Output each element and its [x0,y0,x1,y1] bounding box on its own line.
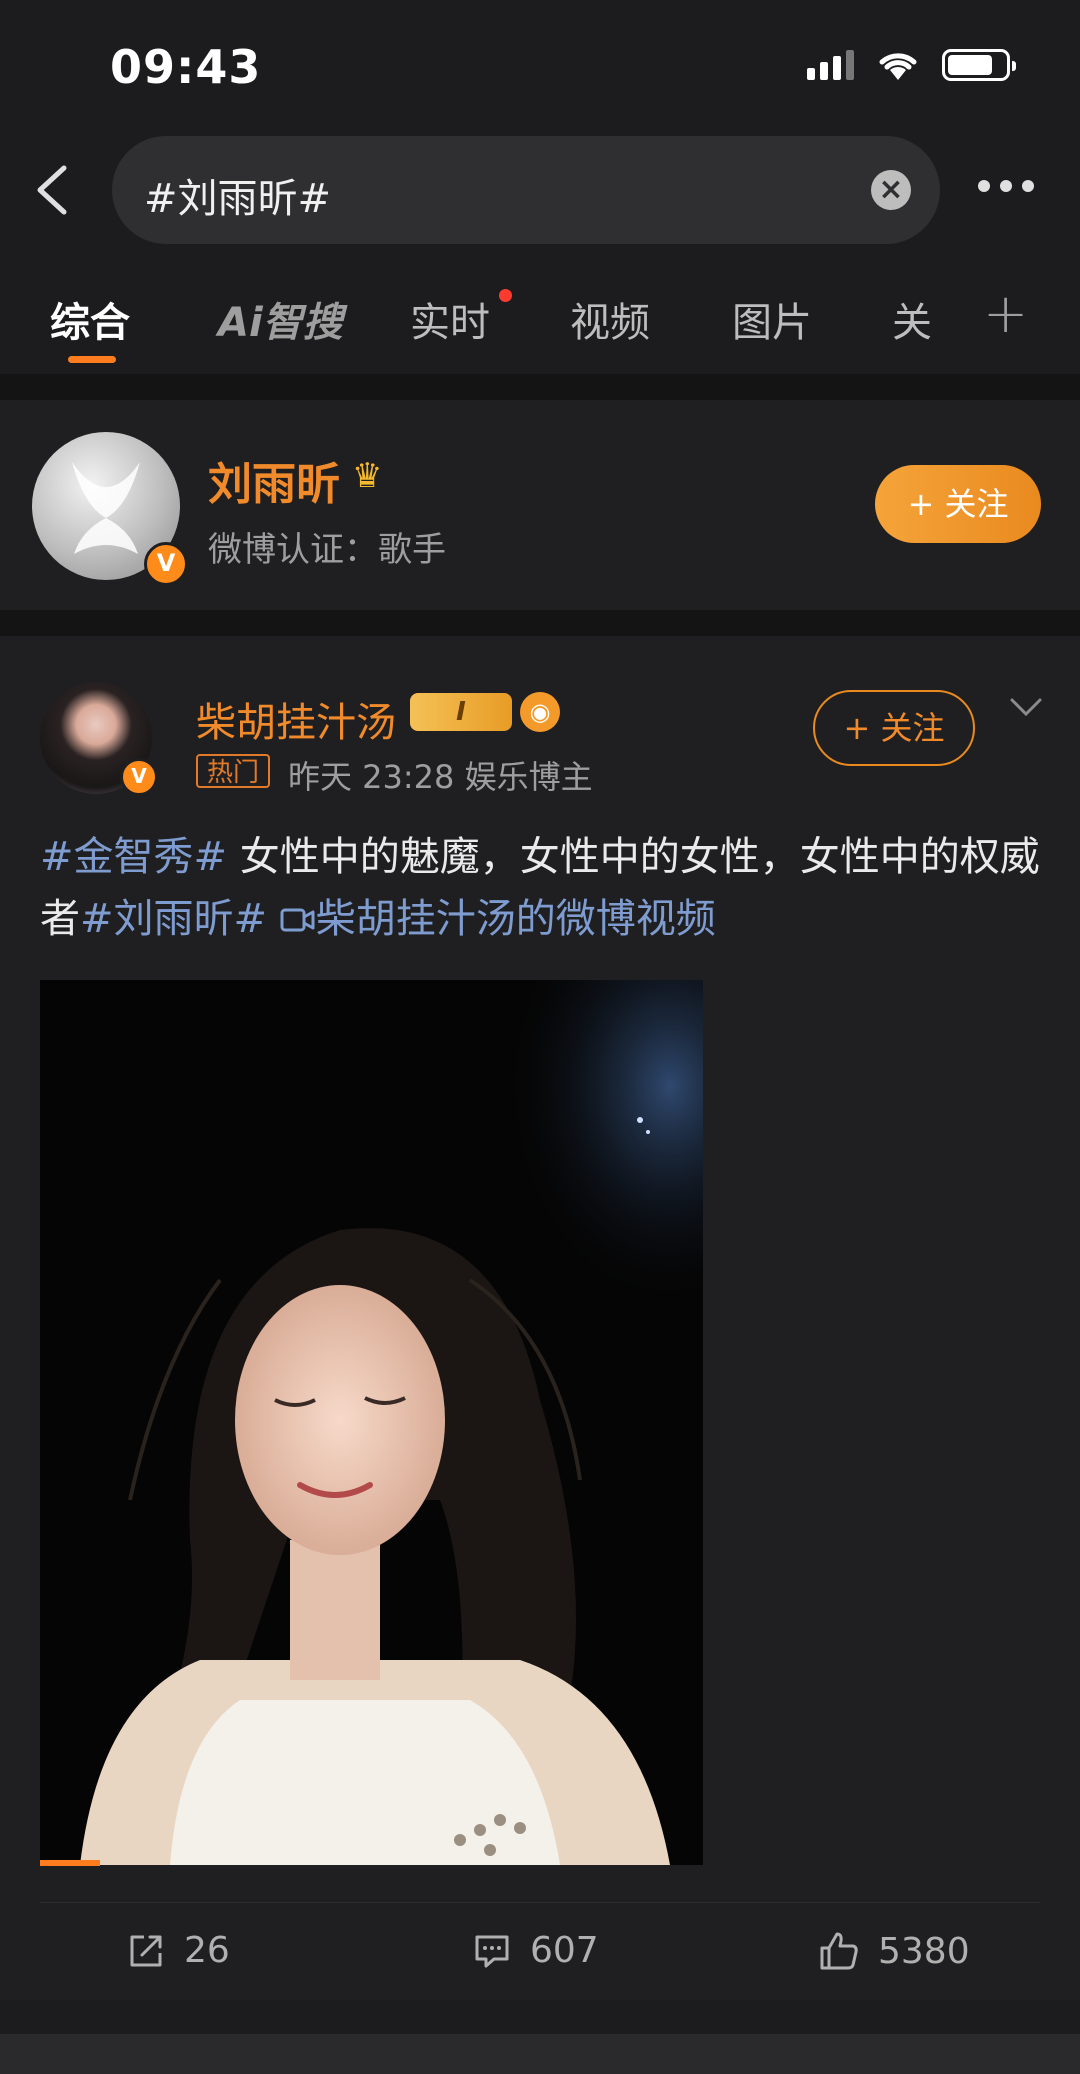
profile-name[interactable]: 刘雨昕 [208,448,340,512]
like-button[interactable]: 5380 [818,1930,970,1972]
repost-button[interactable]: 26 [126,1930,230,1971]
author-name[interactable]: 柴胡挂汁汤 [196,690,396,748]
add-tab-icon[interactable]: + [983,282,1028,345]
chevron-down-icon[interactable] [1008,690,1044,726]
status-time: 09:43 [110,40,262,94]
notification-dot [499,289,512,302]
repost-count: 26 [184,1930,230,1971]
topic-link[interactable]: #金智秀# [40,834,227,880]
video-progress-bar[interactable] [40,1860,100,1866]
follow-button[interactable]: + 关注 [875,465,1041,543]
follow-author-button[interactable]: + 关注 [813,690,975,766]
topic-link[interactable]: #刘雨昕# [80,896,267,942]
video-camera-icon [280,908,315,932]
post-text: #金智秀# 女性中的魅魔，女性中的女性，女性中的权威者#刘雨昕# 柴胡挂汁汤的微… [40,826,1040,950]
thumbs-up-icon [820,1932,858,1970]
active-tab-indicator [68,356,116,363]
hot-tag: 热门 [196,754,270,788]
cellular-signal-icon [807,50,854,80]
crown-icon: ♛ [352,456,383,496]
wifi-icon [879,53,917,80]
next-card-edge [0,2034,1080,2074]
comment-button[interactable]: 607 [472,1930,599,1971]
search-query: #刘雨昕# [144,176,332,222]
level-badge-icon: I [410,693,512,731]
video-link-label: 柴胡挂汁汤的微博视频 [315,896,716,942]
action-divider [40,1902,1040,1903]
video-player[interactable] [40,980,703,1865]
tab-realtime[interactable]: 实时 [410,290,490,348]
tab-ai-search[interactable]: Ai智搜 [218,290,343,348]
status-icons [807,48,1016,82]
video-link[interactable]: 柴胡挂汁汤的微博视频 [280,896,716,942]
verified-badge-icon: V [144,542,188,586]
divider [0,610,1080,636]
divider [0,374,1080,400]
back-arrow-icon[interactable] [30,160,80,220]
tab-video[interactable]: 视频 [570,290,650,348]
tab-comprehensive[interactable]: 综合 [50,290,130,348]
tab-images[interactable]: 图片 [732,290,812,348]
battery-icon [942,49,1016,81]
clear-search-icon[interactable]: × [871,170,911,210]
post-meta: 昨天 23:28 娱乐博主 [288,758,593,796]
like-count: 5380 [878,1930,970,1972]
profile-verification: 微博认证：歌手 [208,530,446,570]
more-options-icon[interactable] [978,180,1034,192]
author-badges: I ◉ [410,692,560,732]
comment-count: 607 [530,1930,599,1971]
tab-follow[interactable]: 关 [892,290,932,348]
share-icon [130,1935,162,1966]
verified-badge-icon: V [120,758,158,796]
video-frame-image [40,980,703,1865]
fish-badge-icon: ◉ [520,692,560,732]
comment-icon [475,1935,509,1967]
